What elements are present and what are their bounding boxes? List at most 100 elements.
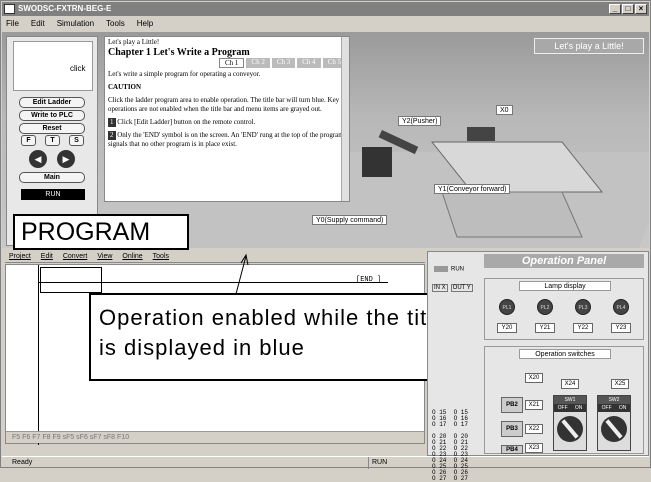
main-button[interactable]: Main (19, 172, 85, 183)
label-supply: Y0(Supply command) (312, 215, 388, 225)
addr-x24: X24 (561, 379, 579, 389)
t-button[interactable]: T (45, 135, 60, 146)
ladder-menu-project[interactable]: Project (9, 251, 31, 262)
right-arrow-icon[interactable]: ▶ (57, 150, 75, 168)
step1-text: Click [Edit Ladder] button on the remote… (117, 118, 256, 126)
addr-x25: X25 (611, 379, 629, 389)
operation-panel: Operation Panel RUN IN X OUT Y O 15 O 15… (427, 251, 649, 482)
tab-ch2[interactable]: Ch 2 (246, 58, 270, 68)
lamp-pl2: PL2 (537, 299, 553, 315)
lamp-pl4: PL4 (613, 299, 629, 315)
lamp-pl3: PL3 (575, 299, 591, 315)
pb4-button[interactable]: PB4 (501, 445, 523, 454)
app-icon (4, 4, 15, 14)
pusher-shape (467, 127, 495, 141)
edit-ladder-button[interactable]: Edit Ladder (19, 97, 85, 108)
label-x0: X0 (496, 105, 513, 115)
window-title: SWODSC-FXTRN-BEG-E (18, 4, 112, 13)
sw2-knob-icon[interactable] (601, 416, 627, 442)
menu-file[interactable]: File (6, 17, 19, 31)
sw1-on: ON (574, 405, 583, 411)
box-shape (441, 191, 583, 238)
lamp-addr-y22: Y22 (573, 323, 593, 333)
write-to-plc-button[interactable]: Write to PLC (19, 110, 85, 121)
robot-base (362, 147, 392, 177)
reset-button[interactable]: Reset (19, 123, 85, 134)
menu-tools[interactable]: Tools (106, 17, 125, 31)
close-button[interactable]: × (635, 4, 647, 14)
ladder-menu-edit[interactable]: Edit (41, 251, 53, 262)
menu-edit[interactable]: Edit (31, 17, 45, 31)
status-ready: Ready (12, 459, 33, 466)
status-run: RUN (368, 457, 428, 469)
caution-text: Click the ladder program area to enable … (108, 96, 340, 113)
ladder-menu-tools[interactable]: Tools (153, 251, 169, 262)
addr-x23: X23 (525, 443, 543, 453)
ladder-menu-view[interactable]: View (97, 251, 112, 262)
panel-run-indicator: RUN (434, 266, 474, 273)
lamp-header: Lamp display (519, 281, 611, 291)
teacher-icon: click (13, 41, 93, 91)
menu-simulation[interactable]: Simulation (57, 17, 94, 31)
ladder-menu-convert[interactable]: Convert (63, 251, 88, 262)
maximize-button[interactable]: □ (622, 4, 634, 14)
end-instruction: [END ] (356, 276, 382, 284)
program-label: PROGRAM (13, 214, 189, 250)
panel-run-label: RUN (451, 266, 464, 273)
sw2-switch[interactable]: SW2 OFF ON (597, 395, 631, 451)
operation-switches: Operation switches X20 X24 X25 PB2 X21 P… (484, 346, 644, 454)
title-bar[interactable]: SWODSC-FXTRN-BEG-E _ □ × (2, 2, 649, 16)
ladder-menu-online[interactable]: Online (122, 251, 142, 262)
step2-num: 2 (108, 131, 116, 140)
ladder-toolbar[interactable]: F5 F6 F7 F8 F9 sF5 sF6 sF7 sF8 F10 (6, 431, 424, 443)
caution-title: CAUTION (108, 83, 142, 91)
callout-pointer (235, 253, 249, 295)
help-p1: Let's write a simple program for operati… (108, 70, 261, 78)
menu-help[interactable]: Help (137, 17, 153, 31)
pb3-button[interactable]: PB3 (501, 421, 523, 437)
status-bar: Ready RUN (2, 456, 649, 469)
lamp-pl1: PL1 (499, 299, 515, 315)
addr-x20: X20 (525, 373, 543, 383)
ladder-rail (38, 265, 39, 445)
sw2-on: ON (618, 405, 627, 411)
out-y-label: OUT Y (450, 284, 473, 292)
label-conveyor: Y1(Conveyor forward) (434, 184, 511, 194)
click-label: click (70, 64, 86, 73)
scene-title: Let's play a Little! (534, 38, 644, 54)
pb2-button[interactable]: PB2 (501, 397, 523, 413)
addr-x21: X21 (525, 400, 543, 410)
app-window: SWODSC-FXTRN-BEG-E _ □ × File Edit Simul… (0, 0, 651, 482)
help-intro: Let's play a Little! (108, 38, 160, 46)
chapter-title: Chapter 1 Let's Write a Program (108, 47, 250, 58)
lamp-display: Lamp display PL1 PL2 PL3 PL4 Y20 Y21 Y22… (484, 278, 644, 340)
label-pusher: Y2(Pusher) (398, 116, 442, 126)
lamp-addr-y23: Y23 (611, 323, 631, 333)
sw2-label: SW2 (598, 396, 630, 404)
left-arrow-icon[interactable]: ◀ (29, 150, 47, 168)
s-button[interactable]: S (69, 135, 84, 146)
addr-x22: X22 (525, 424, 543, 434)
help-panel: Let's play a Little! Chapter 1 Let's Wri… (104, 36, 350, 202)
lamp-addr-y20: Y20 (497, 323, 517, 333)
panel-title: Operation Panel (484, 254, 644, 268)
lamp-addr-y21: Y21 (535, 323, 555, 333)
tab-ch4[interactable]: Ch 4 (297, 58, 321, 68)
ladder-cursor (40, 267, 102, 293)
sw1-knob-icon[interactable] (557, 416, 583, 442)
switch-header: Operation switches (519, 349, 611, 359)
sw1-switch[interactable]: SW1 OFF ON (553, 395, 587, 451)
sw2-off: OFF (601, 405, 612, 411)
f-button[interactable]: F (21, 135, 36, 146)
tab-ch1[interactable]: Ch 1 (219, 58, 245, 68)
sw1-off: OFF (557, 405, 568, 411)
step1-num: 1 (108, 118, 116, 127)
step2-text: Only the 'END' symbol is on the screen. … (108, 131, 344, 148)
in-x-label: IN X (432, 284, 448, 292)
run-indicator: RUN (21, 189, 85, 200)
sw1-label: SW1 (554, 396, 586, 404)
minimize-button[interactable]: _ (609, 4, 621, 14)
help-scrollbar[interactable] (341, 37, 349, 201)
io-monitor-list: O 15 O 15 O 16 O 16 O 17 O 17 O 20 O 20 … (432, 409, 469, 482)
tab-ch3[interactable]: Ch 3 (271, 58, 296, 68)
